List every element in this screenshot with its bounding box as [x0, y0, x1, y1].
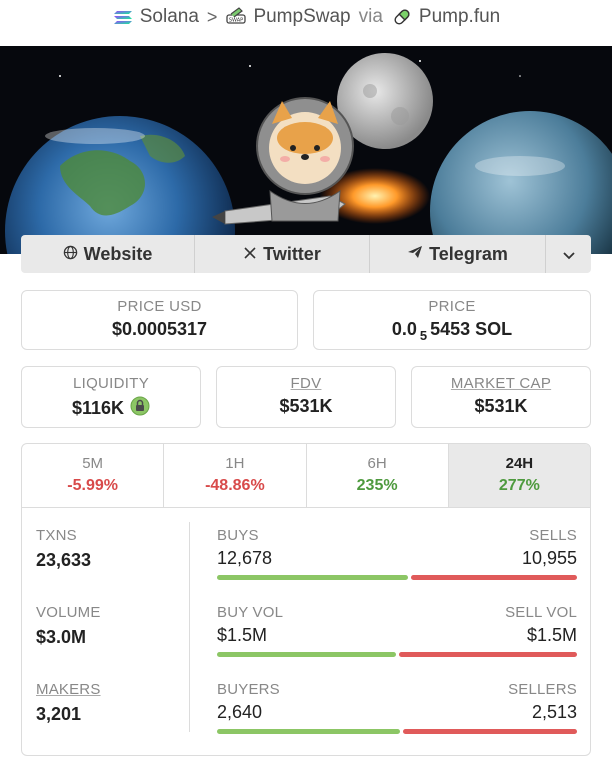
token-banner-image — [0, 46, 612, 254]
price-usd-label: PRICE USD — [117, 298, 202, 315]
website-label: Website — [83, 243, 153, 264]
twitter-label: Twitter — [263, 243, 321, 264]
price-native-card: PRICE 0.0 5 5453 SOL — [313, 290, 591, 350]
sellers-value: 2,513 — [531, 702, 577, 722]
tab-6h[interactable]: 6H 235% — [307, 444, 449, 507]
volume-stat: VOLUME $3.0M — [36, 604, 101, 648]
market-cap-value: $531K — [474, 396, 528, 416]
stats-panel: 5M -5.99% 1H -48.86% 6H 235% 24H 277% TX… — [21, 443, 591, 756]
via-text: via — [358, 6, 383, 27]
fdv-card: FDV $531K — [216, 366, 396, 428]
market-cap-label[interactable]: MARKET CAP — [412, 375, 590, 392]
x-icon — [243, 244, 257, 265]
market-cap-card: MARKET CAP $531K — [411, 366, 591, 428]
txns-stat: TXNS 23,633 — [36, 527, 91, 571]
social-links-bar: Website Twitter Telegram — [21, 235, 591, 273]
pill-icon — [391, 6, 413, 28]
volume-label: VOLUME — [36, 604, 101, 621]
sell-vol-label: SELL VOL — [505, 604, 577, 621]
tab-label: 6H — [367, 455, 387, 472]
volume-split-row: BUY VOL SELL VOL $1.5M $1.5M — [217, 604, 577, 657]
buyers-sellers-row: BUYERS SELLERS 2,640 2,513 — [217, 681, 577, 734]
txns-value: 23,633 — [36, 550, 92, 570]
telegram-label: Telegram — [429, 243, 508, 264]
tab-5m[interactable]: 5M -5.99% — [22, 444, 165, 507]
txns-label: TXNS — [36, 527, 77, 544]
buys-label: BUYS — [217, 527, 259, 544]
price-usd-card: PRICE USD $0.0005317 — [21, 290, 298, 350]
buyers-value: 2,640 — [217, 702, 263, 722]
svg-text:SWAP: SWAP — [229, 18, 243, 24]
launchpad-label: Pump.fun — [418, 6, 501, 27]
pumpswap-icon: SWAP — [225, 6, 247, 28]
tab-change: -48.86% — [205, 477, 265, 494]
tab-label: 5M — [82, 455, 104, 472]
buy-bar-segment — [217, 729, 400, 734]
tab-label: 24H — [505, 455, 534, 472]
timeframe-tabs: 5M -5.99% 1H -48.86% 6H 235% 24H 277% — [22, 444, 590, 508]
tab-change: -5.99% — [67, 477, 118, 494]
price-zero-count: 5 — [419, 328, 428, 343]
buy-vol-label: BUY VOL — [217, 604, 284, 621]
tab-change: 277% — [498, 477, 540, 494]
fdv-value: $531K — [279, 396, 333, 416]
sell-bar-segment — [402, 729, 577, 734]
price-native-value: 0.0 5 5453 SOL — [314, 319, 590, 343]
buys-sells-bar — [217, 575, 577, 580]
buys-value: 12,678 — [217, 548, 273, 568]
makers-label[interactable]: MAKERS — [36, 681, 101, 698]
chain-link[interactable]: Solana — [112, 6, 199, 28]
buyers-label: BUYERS — [217, 681, 280, 698]
buy-bar-segment — [217, 575, 409, 580]
price-prefix: 0.0 — [391, 319, 417, 339]
tab-label: 1H — [225, 455, 245, 472]
makers-stat: MAKERS 3,201 — [36, 681, 101, 725]
solana-icon — [112, 6, 134, 28]
liquidity-value: $116K — [71, 398, 125, 418]
buyers-sellers-bar — [217, 729, 577, 734]
website-button[interactable]: Website — [21, 235, 195, 273]
launchpad-link[interactable]: Pump.fun — [391, 6, 500, 28]
price-suffix: 5453 SOL — [430, 319, 513, 339]
chain-label: Solana — [139, 6, 199, 27]
sell-bar-segment — [398, 652, 577, 657]
buy-bar-segment — [217, 652, 396, 657]
fdv-label[interactable]: FDV — [217, 375, 395, 392]
breadcrumb: Solana > SWAP PumpSwap via Pump.fun — [0, 0, 612, 34]
buys-sells-row: BUYS SELLS 12,678 10,955 — [217, 527, 577, 580]
twitter-button[interactable]: Twitter — [195, 235, 370, 273]
dex-label: PumpSwap — [253, 6, 351, 27]
makers-value: 3,201 — [36, 704, 82, 724]
telegram-button[interactable]: Telegram — [370, 235, 546, 273]
liquidity-card: LIQUIDITY $116K — [21, 366, 201, 428]
sells-label: SELLS — [529, 527, 577, 544]
liquidity-label: LIQUIDITY — [72, 375, 150, 392]
chevron-down-icon — [562, 244, 575, 265]
sells-value: 10,955 — [521, 548, 577, 568]
telegram-icon — [407, 244, 423, 265]
liquidity-value-row: $116K — [22, 396, 200, 421]
buy-vol-value: $1.5M — [217, 625, 268, 645]
tab-change: 235% — [356, 477, 398, 494]
dex-link[interactable]: SWAP PumpSwap — [225, 6, 351, 28]
breadcrumb-separator: > — [206, 6, 218, 27]
sellers-label: SELLERS — [508, 681, 577, 698]
volume-value: $3.0M — [36, 627, 87, 647]
sell-bar-segment — [411, 575, 577, 580]
price-usd-value: $0.0005317 — [111, 319, 208, 339]
more-links-button[interactable] — [546, 235, 591, 273]
stats-divider — [189, 522, 190, 732]
tab-24h[interactable]: 24H 277% — [448, 444, 590, 507]
volume-split-bar — [217, 652, 577, 657]
sell-vol-value: $1.5M — [526, 625, 577, 645]
globe-icon — [63, 244, 78, 265]
price-native-label: PRICE — [428, 298, 476, 315]
tab-1h[interactable]: 1H -48.86% — [164, 444, 307, 507]
lock-icon[interactable] — [130, 396, 150, 421]
